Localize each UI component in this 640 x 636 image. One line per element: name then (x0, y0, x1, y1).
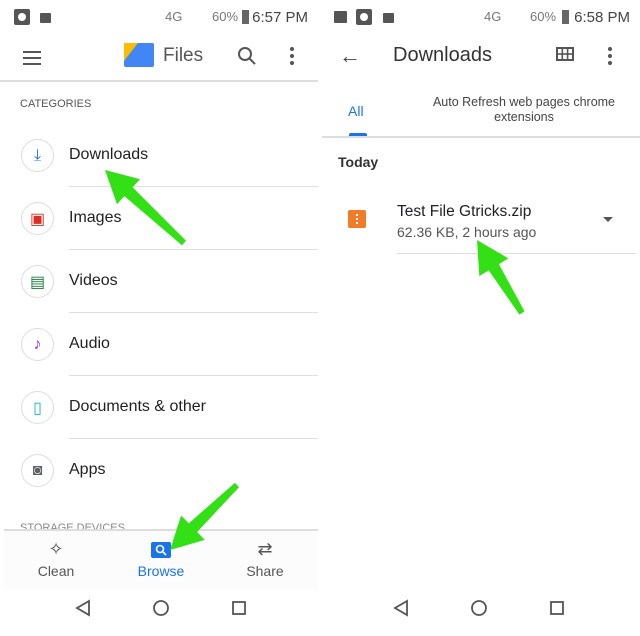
annotation-arrow-browse (170, 482, 240, 550)
annotation-arrows (105, 170, 525, 550)
annotation-arrow-downloads (105, 170, 187, 246)
annotation-arrow-file (477, 240, 525, 315)
